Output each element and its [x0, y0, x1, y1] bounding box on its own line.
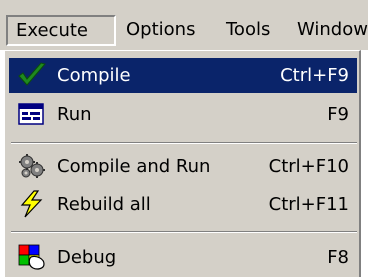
menu-tools-label: Tools — [226, 19, 271, 40]
menu-tools[interactable]: Tools — [226, 15, 270, 45]
run-window-icon — [17, 100, 47, 128]
menu-item-debug[interactable]: Debug F8 — [9, 240, 357, 275]
menu-item-label: Rebuild all — [57, 194, 151, 215]
menu-item-label: Run — [57, 104, 92, 125]
menu-item-shortcut: F9 — [327, 104, 349, 125]
menu-item-run[interactable]: Run F9 — [9, 97, 357, 132]
menu-item-rebuild-all[interactable]: Rebuild all Ctrl+F11 — [9, 187, 357, 222]
gears-icon — [17, 152, 47, 180]
menu-item-compile[interactable]: Compile Ctrl+F9 — [9, 58, 357, 93]
execute-dropdown-menu: Compile Ctrl+F9 Run F9 Compile and Run C… — [3, 50, 361, 277]
menu-item-compile-and-run[interactable]: Compile and Run Ctrl+F10 — [9, 149, 357, 184]
debug-icon — [17, 243, 47, 271]
menu-options[interactable]: Options — [126, 15, 195, 45]
menu-window[interactable]: Window — [297, 15, 368, 45]
menu-item-label: Debug — [57, 247, 117, 268]
menu-separator — [11, 142, 357, 144]
menu-execute[interactable]: Execute — [6, 15, 116, 46]
lightning-icon — [17, 190, 47, 218]
menu-item-shortcut: Ctrl+F11 — [268, 194, 349, 215]
menu-window-label: Window — [297, 19, 368, 40]
menu-item-shortcut: F8 — [327, 247, 349, 268]
checkmark-icon — [17, 61, 47, 89]
menu-bar: Execute Options Tools Window — [0, 0, 368, 50]
menu-options-label: Options — [126, 19, 196, 40]
menu-execute-label: Execute — [16, 20, 88, 41]
menu-separator — [11, 231, 357, 233]
menu-item-shortcut: Ctrl+F9 — [280, 65, 349, 86]
menu-item-label: Compile and Run — [57, 156, 211, 177]
menu-item-shortcut: Ctrl+F10 — [268, 156, 349, 177]
menu-item-label: Compile — [57, 65, 131, 86]
